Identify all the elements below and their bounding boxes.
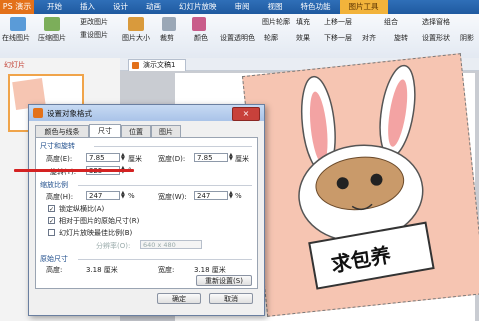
rabbit-illustration	[298, 64, 435, 290]
menu-home[interactable]: 开始	[38, 0, 71, 14]
height-label: 高度(E):	[46, 155, 73, 163]
scale-section-title: 缩放比例	[40, 181, 68, 189]
format-object-dialog: 设置对象格式 × 颜色与线条 尺寸 位置 图片 尺寸和旋转 高度(E): 7.8…	[28, 104, 265, 316]
ribbon-fill[interactable]: 填充	[296, 17, 310, 27]
divider	[78, 259, 252, 260]
app-logo-icon	[33, 108, 43, 118]
width-spinner[interactable]: ▲ ▼	[229, 153, 234, 162]
selected-picture[interactable]: 求包养	[241, 53, 479, 317]
height-input[interactable]: 7.85	[86, 153, 120, 162]
ribbon-effect[interactable]: 效果	[296, 33, 310, 43]
menu-picture-tools[interactable]: 图片工具	[339, 0, 388, 14]
app-menu-button[interactable]: PS 演示	[0, 0, 34, 14]
ok-button[interactable]: 确定	[157, 293, 201, 304]
dialog-title: 设置对象格式	[47, 109, 92, 118]
document-tab[interactable]: 演示文稿1	[128, 59, 187, 71]
tab-size[interactable]: 尺寸	[89, 124, 121, 138]
menu-design[interactable]: 设计	[104, 0, 137, 14]
online-picture-icon[interactable]	[10, 17, 26, 31]
ribbon-rotate[interactable]: 旋转	[394, 33, 408, 43]
menu-view[interactable]: 视图	[259, 0, 292, 14]
scale-height-spinner[interactable]: ▲ ▼	[121, 191, 126, 200]
annotation-underline	[14, 169, 134, 172]
menu-animation[interactable]: 动画	[137, 0, 170, 14]
menu-slideshow[interactable]: 幻灯片放映	[170, 0, 226, 14]
slides-tab[interactable]: 幻灯片	[4, 60, 25, 70]
relative-size-checkbox[interactable]: ✓	[48, 217, 55, 225]
ribbon-selection-pane[interactable]: 选择窗格	[422, 17, 450, 27]
scale-height-label: 高度(H):	[46, 193, 74, 201]
title-bar: PS 演示 开始 插入 设计 动画 幻灯片放映 审阅 视图 特色功能 图片工具	[0, 0, 479, 14]
ribbon-set-shape[interactable]: 设置形状	[422, 33, 450, 43]
menu-features[interactable]: 特色功能	[292, 0, 340, 14]
width-unit: 厘米	[235, 155, 249, 163]
menu-review[interactable]: 审阅	[226, 0, 259, 14]
scale-height-unit: %	[128, 192, 135, 200]
divider	[78, 185, 252, 186]
compress-picture-icon[interactable]	[44, 17, 60, 31]
dialog-title-bar: 设置对象格式 ×	[29, 105, 264, 121]
height-unit: 厘米	[128, 155, 142, 163]
resolution-label: 分辨率(O):	[96, 242, 131, 250]
original-width-label: 宽度:	[158, 266, 175, 274]
color-icon[interactable]	[192, 17, 206, 31]
scale-width-input[interactable]: 247	[194, 191, 228, 200]
ribbon-align[interactable]: 对齐	[362, 33, 376, 43]
relative-size-label: 相对于图片的原始尺寸(R)	[59, 217, 140, 225]
original-height-label: 高度:	[46, 266, 63, 274]
width-input[interactable]: 7.85	[194, 153, 228, 162]
ribbon-picture-size[interactable]: 图片大小	[122, 33, 150, 43]
best-scale-label: 幻灯片放映最佳比例(B)	[59, 229, 133, 237]
cancel-button[interactable]: 取消	[209, 293, 253, 304]
scale-width-label: 宽度(W):	[158, 193, 187, 201]
width-label: 宽度(D):	[158, 155, 186, 163]
original-size-title: 原始尺寸	[40, 255, 68, 263]
best-scale-checkbox[interactable]	[48, 229, 55, 236]
ribbon-outline[interactable]: 轮廓	[264, 33, 278, 43]
ribbon-change-picture[interactable]: 更改图片	[80, 17, 108, 27]
menu-insert[interactable]: 插入	[71, 0, 104, 14]
size-panel: 尺寸和旋转 高度(E): 7.85 ▲ ▼ 厘米 宽度(D): 7.85 ▲ ▼ 厘…	[35, 137, 258, 289]
ribbon-group[interactable]: 组合	[384, 17, 398, 27]
scale-width-spinner[interactable]: ▲ ▼	[229, 191, 234, 200]
ribbon-shadow[interactable]: 阴影	[460, 33, 474, 43]
reset-button[interactable]: 重新设置(S)	[196, 275, 252, 286]
ribbon-online-picture[interactable]: 在线图片	[2, 33, 30, 43]
resolution-select[interactable]: 640 x 480	[140, 240, 202, 249]
picture-size-icon[interactable]	[128, 17, 144, 31]
close-button[interactable]: ×	[232, 107, 260, 121]
ribbon-reset-picture[interactable]: 重设图片	[80, 30, 108, 40]
original-height-value: 3.18 厘米	[86, 266, 118, 274]
ribbon-bring-forward[interactable]: 上移一层	[324, 17, 352, 27]
menu-bar: 开始 插入 设计 动画 幻灯片放映 审阅 视图 特色功能 图片工具	[38, 0, 388, 14]
ribbon-compress[interactable]: 压缩图片	[38, 33, 66, 43]
lock-ratio-label: 锁定纵横比(A)	[59, 205, 105, 213]
lock-ratio-checkbox[interactable]: ✓	[48, 205, 55, 213]
ribbon: 在线图片 压缩图片 更改图片 重设图片 图片大小 裁剪 颜色 设置透明色 图片轮…	[0, 14, 479, 59]
document-icon	[132, 62, 139, 69]
ribbon-transparent[interactable]: 设置透明色	[220, 33, 255, 43]
height-spinner[interactable]: ▲ ▼	[121, 153, 126, 162]
divider	[94, 146, 252, 147]
ribbon-crop[interactable]: 裁剪	[160, 33, 174, 43]
ribbon-picture-outline[interactable]: 图片轮廓	[262, 17, 290, 27]
original-width-value: 3.18 厘米	[194, 266, 226, 274]
scale-width-unit: %	[235, 192, 242, 200]
size-section-title: 尺寸和旋转	[40, 142, 75, 150]
scale-height-input[interactable]: 247	[86, 191, 120, 200]
ribbon-send-backward[interactable]: 下移一层	[324, 33, 352, 43]
crop-icon[interactable]	[162, 17, 176, 31]
ribbon-color[interactable]: 颜色	[194, 33, 208, 43]
document-tab-label: 演示文稿1	[143, 61, 176, 69]
